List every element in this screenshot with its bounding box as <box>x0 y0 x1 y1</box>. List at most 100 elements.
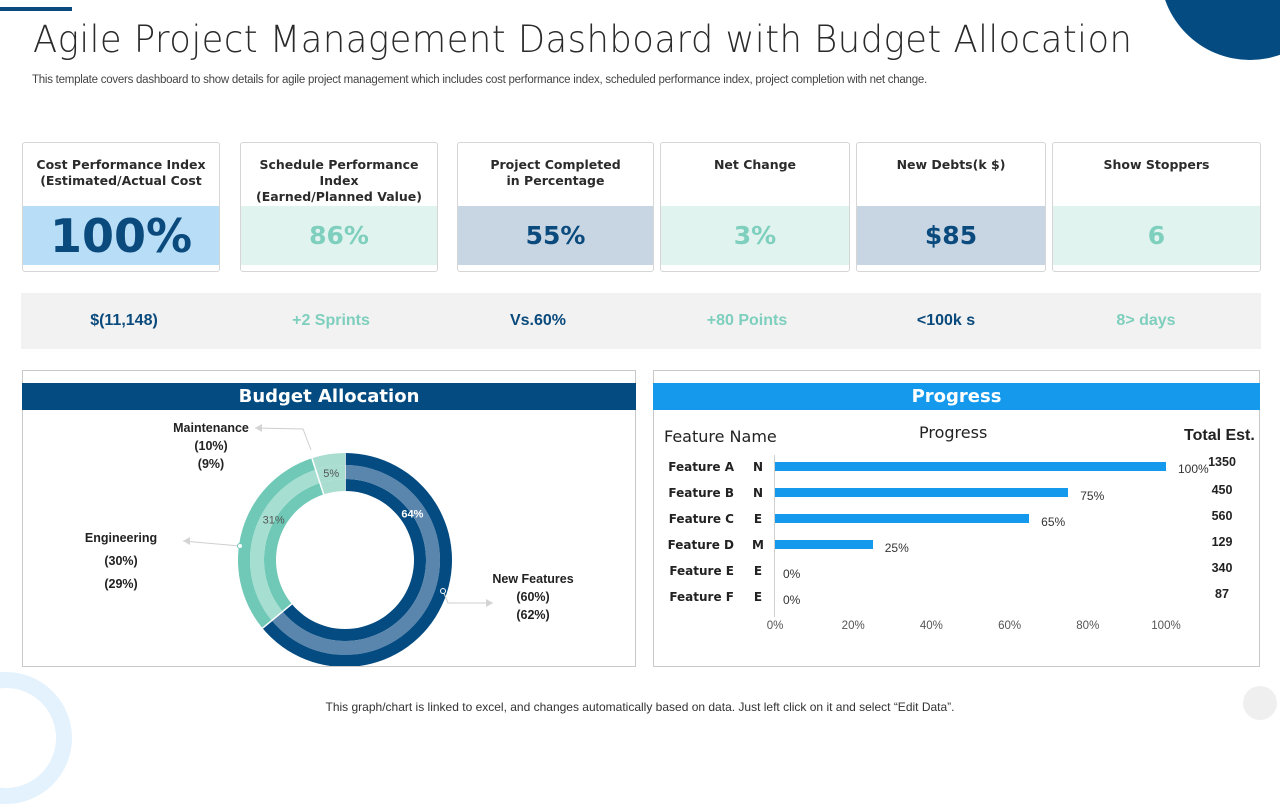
leader-dot <box>440 588 446 594</box>
legend-category: Engineering <box>84 531 158 545</box>
legend-category: Maintenance <box>173 421 249 435</box>
page-subtitle: This template covers dashboard to show d… <box>32 74 927 86</box>
kpi-label-line2: (Earned/Planned Value) <box>256 189 422 204</box>
kpi-label-line2: (Estimated/Actual Cost <box>40 173 202 188</box>
progress-value-label: 0% <box>783 567 801 581</box>
legend-line1: (30%) <box>104 554 138 568</box>
leader-dot <box>237 543 243 549</box>
feature-name-label: Feature C <box>668 512 734 526</box>
feature-name-label: Feature A <box>668 460 734 474</box>
budget-allocation-panel: Budget Allocation 64% 31% 5% Maintenance (… <box>22 370 636 667</box>
legend-line2: (29%) <box>104 577 138 591</box>
total-est-value: 1350 <box>1208 455 1236 469</box>
progress-value-label: 25% <box>884 541 909 555</box>
kpi-value: 6 <box>1053 206 1260 265</box>
kpi-card-new-debts[interactable]: New Debts(k $) $85 <box>856 142 1046 272</box>
kpi-label-line1: Net Change <box>713 157 797 172</box>
kpi-card-schedule-performance[interactable]: Schedule Performance Index (Earned/Plann… <box>240 142 438 272</box>
stat-points: +80 Points <box>706 312 788 329</box>
feature-code-label: E <box>753 512 763 526</box>
bottom-left-decoration-ring <box>0 672 72 804</box>
donut-legend-new-features: New Features (60%) (62%) <box>483 572 583 622</box>
legend-line1: (60%) <box>516 590 550 604</box>
donut-value-label: 5% <box>323 468 339 480</box>
footer-note: This graph/chart is linked to excel, and… <box>325 700 955 714</box>
feature-code-label: E <box>753 590 763 604</box>
total-est-column-header: Total Est. <box>1184 427 1255 444</box>
x-tick-label: 80% <box>1076 620 1100 632</box>
kpi-label-line1: Cost Performance Index <box>36 157 206 172</box>
kpi-label: Show Stoppers <box>1053 157 1260 173</box>
top-accent-line <box>0 7 72 11</box>
page-title: Agile Project Management Dashboard with … <box>33 18 1133 61</box>
kpi-card-project-completed[interactable]: Project Completed in Percentage 55% <box>457 142 654 272</box>
legend-line2: (62%) <box>516 608 550 622</box>
kpi-label-line1: Show Stoppers <box>1103 157 1210 172</box>
feature-name-column-header: Feature Name <box>664 427 777 446</box>
progress-panel: Progress Feature Name Progress Total Est… <box>653 370 1260 667</box>
kpi-label: Project Completed in Percentage <box>458 157 653 189</box>
total-est-value: 450 <box>1211 483 1233 497</box>
kpi-label: Net Change <box>661 157 849 173</box>
corner-decoration-circle <box>1160 0 1280 60</box>
progress-bar[interactable] <box>775 488 1069 497</box>
donut-segment-engineering[interactable] <box>238 458 324 629</box>
kpi-label: New Debts(k $) <box>857 157 1045 173</box>
progress-column-header: Progress <box>919 423 988 442</box>
donut-legend-engineering: Engineering (30%) (29%) <box>73 531 169 591</box>
donut-legend-maintenance: Maintenance (10%) (9%) <box>163 421 259 471</box>
x-tick-label: 60% <box>998 620 1022 632</box>
kpi-card-net-change[interactable]: Net Change 3% <box>660 142 850 272</box>
donut-value-label: 31% <box>263 515 285 527</box>
kpi-label: Cost Performance Index (Estimated/Actual… <box>23 157 219 189</box>
progress-value-label: 65% <box>1041 515 1066 529</box>
kpi-value: $85 <box>857 206 1045 265</box>
donut-value-label: 64% <box>401 508 423 520</box>
progress-value-label: 0% <box>783 593 801 607</box>
stat-days: 8> days <box>1116 312 1176 329</box>
kpi-label: Schedule Performance Index (Earned/Plann… <box>241 157 437 205</box>
kpi-value: 3% <box>661 206 849 265</box>
progress-y-axis <box>774 455 775 617</box>
kpi-label-line1: Schedule Performance Index <box>259 157 419 188</box>
progress-bar[interactable] <box>775 514 1030 523</box>
kpi-card-show-stoppers[interactable]: Show Stoppers 6 <box>1052 142 1261 272</box>
feature-code-label: N <box>752 460 764 474</box>
total-est-value: 87 <box>1215 587 1229 601</box>
feature-code-label: E <box>753 564 763 578</box>
kpi-card-cost-performance[interactable]: Cost Performance Index (Estimated/Actual… <box>22 142 220 272</box>
stats-strip: $(11,148) +2 Sprints Vs.60% +80 Points <… <box>21 293 1261 349</box>
leader-line <box>182 540 241 547</box>
feature-name-label: Feature E <box>669 564 734 578</box>
total-est-value: 129 <box>1211 535 1233 549</box>
progress-bar[interactable] <box>775 462 1166 471</box>
kpi-label-line1: Project Completed <box>490 157 621 172</box>
total-est-value: 560 <box>1211 509 1233 523</box>
stat-cost-variance: $(11,148) <box>90 312 158 329</box>
legend-category: New Features <box>492 572 574 586</box>
legend-line2: (9%) <box>197 457 225 471</box>
leader-line <box>254 427 312 451</box>
legend-line1: (10%) <box>194 439 228 453</box>
stat-sprints: +2 Sprints <box>292 312 370 329</box>
feature-name-label: Feature D <box>667 538 734 552</box>
leader-arrow-icon <box>183 537 190 545</box>
kpi-value: 86% <box>241 206 437 265</box>
progress-bar[interactable] <box>775 540 873 549</box>
kpi-value: 100% <box>23 206 219 265</box>
x-tick-label: 0% <box>766 620 784 632</box>
x-tick-label: 100% <box>1151 620 1181 632</box>
x-tick-label: 20% <box>841 620 865 632</box>
stat-vs-target: Vs.60% <box>509 312 567 329</box>
x-tick-label: 40% <box>919 620 943 632</box>
feature-code-label: N <box>752 486 764 500</box>
kpi-value: 55% <box>458 206 653 265</box>
progress-value-label: 75% <box>1080 489 1105 503</box>
kpi-label-line1: New Debts(k $) <box>896 157 1006 172</box>
total-est-value: 340 <box>1211 561 1233 575</box>
stat-debt-limit: <100k s <box>916 312 976 329</box>
feature-name-label: Feature B <box>668 486 734 500</box>
feature-code-label: M <box>752 538 764 552</box>
kpi-label-line2: in Percentage <box>506 173 605 188</box>
feature-name-label: Feature F <box>669 590 734 604</box>
